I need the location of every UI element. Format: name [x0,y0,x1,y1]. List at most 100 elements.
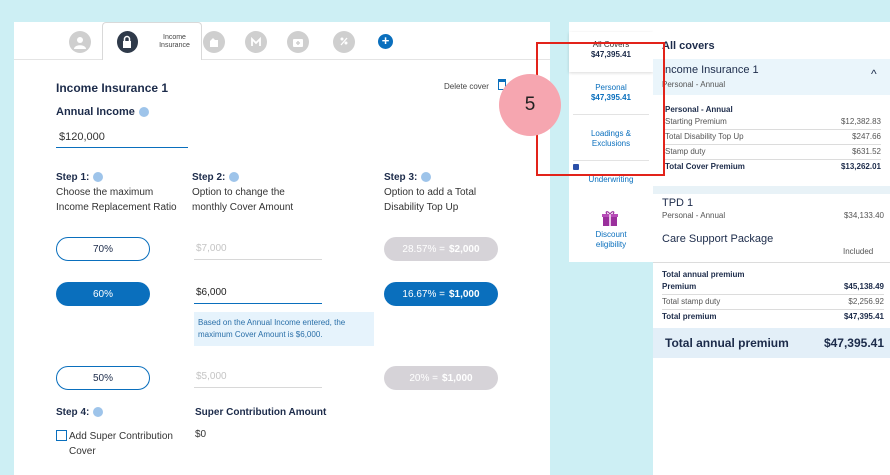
summary-detail: Personal - Annual Starting Premium $12,38… [665,105,881,173]
detail-row: Total Disability Top Up $247.66 [665,131,881,143]
step1-desc-line2: Income Replacement Ratio [56,202,177,213]
row-label: Starting Premium [665,117,727,126]
step2-desc: Option to change the monthly Cover Amoun… [192,185,293,215]
step1-title: Step 1: [56,172,104,183]
info-icon[interactable] [138,107,149,118]
cover-title: Income Insurance 1 [56,81,169,95]
cover-amount-5000[interactable]: $5,000 [194,366,322,388]
topup-amt: $1,000 [442,372,473,384]
care-support-value: Included [843,247,874,256]
row-value: $12,382.83 [840,117,881,126]
step3-title: Step 3: [384,172,432,183]
section-divider [653,186,890,194]
percent-hand-icon [333,31,355,53]
topup-pct: 16.67% = [402,288,445,300]
step1-desc-line1: Choose the maximum [56,187,154,198]
step3-desc-line2: Disability Top Up [384,202,459,213]
cover-panel: Income Insurance + Income Insurance 1 De… [14,22,550,475]
plus-icon[interactable]: + [378,34,393,49]
divider [665,129,881,130]
delete-cover-button[interactable]: Delete cover [444,82,489,91]
divider [662,309,884,310]
row-label: Total Disability Top Up [665,132,744,141]
cover-amount-7000[interactable]: $7,000 [194,238,322,260]
step3-desc: Option to add a Total Disability Top Up [384,185,476,215]
info-icon[interactable] [421,172,432,183]
ratio-option-60[interactable]: 60% [56,282,150,306]
super-contribution-checkbox[interactable] [56,430,67,441]
topup-option-2000[interactable]: 28.57% = $2,000 [384,237,498,261]
row-value: $247.66 [852,132,881,141]
step2-title: Step 2: [192,172,240,183]
topup-option-1000[interactable]: 16.67% = $1,000 [384,282,498,306]
step1-desc: Choose the maximum Income Replacement Ra… [56,185,177,215]
topup-pct: 28.57% = [402,243,445,255]
tpd-sub: Personal - Annual [662,211,726,220]
topup-pct: 20% = [409,372,439,384]
tpd-sub-row: Personal - Annual $34,133.40 [662,211,884,220]
max-cover-note: Based on the Annual Income entered, the … [194,312,374,346]
step4-title: Step 4: [56,407,104,418]
lock-icon [117,30,138,53]
summary-cover-income[interactable]: Income Insurance 1 Personal - Annual ^ [653,59,890,95]
summary-title: All covers [662,40,715,52]
medical-case-icon [287,31,309,53]
premium-row: Premium $45,138.49 [662,281,884,293]
ratio-option-50[interactable]: 50% [56,366,150,390]
tab-discount[interactable] [330,28,358,56]
cover-amount-6000[interactable]: $6,000 [194,282,322,304]
annual-income-label: Annual Income [56,106,149,118]
divider [662,294,884,295]
summary-panel: All covers Income Insurance 1 Personal -… [653,22,890,475]
divider [653,262,890,263]
info-icon[interactable] [93,172,104,183]
super-contribution-value: $0 [195,429,207,440]
detail-heading: Personal - Annual [665,105,733,114]
divider [665,144,881,145]
row-value: $45,138.49 [843,282,884,291]
topup-amt: $2,000 [448,243,480,255]
tab-person[interactable] [66,28,94,56]
total-annual-premium-bar: Total annual premium $47,395.41 [653,328,890,358]
step3-title-text: Step 3: [384,172,418,183]
gift-icon [602,211,618,226]
info-icon[interactable] [229,172,240,183]
chevron-up-icon[interactable]: ^ [871,67,877,81]
row-value: $13,262.01 [840,162,881,171]
nav-underwriting[interactable]: Underwriting [569,175,653,185]
row-value: $2,256.92 [848,297,884,306]
annual-income-input[interactable] [56,126,188,148]
annual-label: Total annual premium [665,336,789,350]
step1-title-text: Step 1: [56,172,90,183]
tab-care[interactable] [242,28,270,56]
tab-medical[interactable] [284,28,312,56]
row-value: $47,395.41 [843,312,884,321]
row-label: Total stamp duty [662,297,721,306]
summary-cover-tpd[interactable]: TPD 1 Personal - Annual $34,133.40 [662,197,884,220]
info-icon[interactable] [93,407,104,418]
step2-desc-line2: monthly Cover Amount [192,202,294,213]
total-premium-row: Total premium $47,395.41 [662,311,884,323]
step3-desc-line1: Option to add a Total [384,187,477,198]
tpd-name: TPD 1 [662,197,694,209]
row-value: $631.52 [852,147,881,156]
tab-trauma[interactable] [200,28,228,56]
heart-hands-icon [245,31,267,53]
nav-discount-eligibility[interactable]: Discount eligibility [569,230,653,250]
tab-income-insurance[interactable]: Income Insurance [102,22,202,60]
super-contribution-label[interactable]: Add Super Contribution Cover [69,429,199,459]
tab-label: Income Insurance [159,33,190,49]
ratio-option-70[interactable]: 70% [56,237,150,261]
topup-amt: $1,000 [448,288,480,300]
step4-title-text: Step 4: [56,407,90,418]
super-title: Super Contribution Amount [195,407,327,418]
totals-heading: Total annual premium [662,270,745,279]
row-label: Premium [662,282,697,291]
tpd-value: $34,133.40 [843,211,884,220]
stamp-row: Total stamp duty $2,256.92 [662,296,884,308]
row-label: Stamp duty [665,147,706,156]
summary-cover-name: Income Insurance 1 [662,64,759,76]
topup-option-1000-b[interactable]: 20% = $1,000 [384,366,498,390]
detail-row: Starting Premium $12,382.83 [665,116,881,128]
row-label: Total premium [662,312,717,321]
